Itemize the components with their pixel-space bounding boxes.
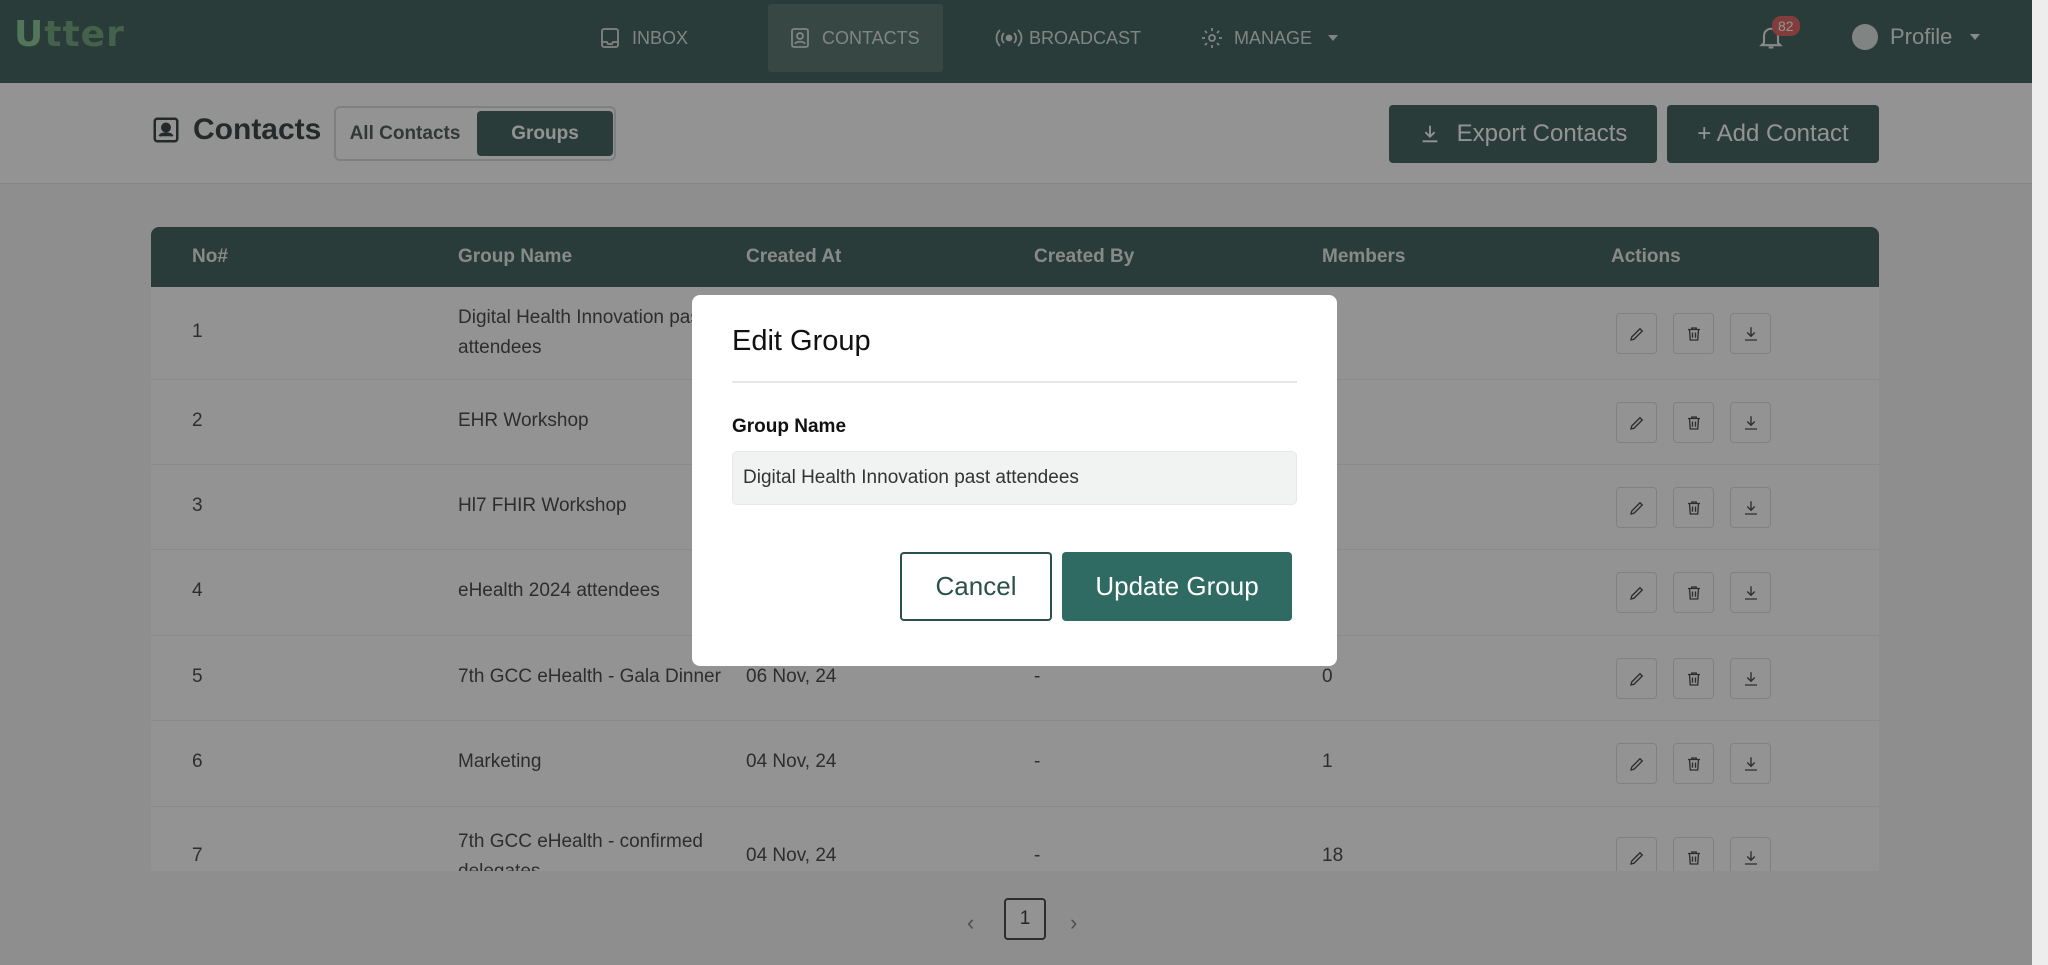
divider <box>732 381 1297 383</box>
dialog-title: Edit Group <box>732 325 871 357</box>
edit-group-dialog: Edit Group Group Name Cancel Update Grou… <box>692 295 1337 666</box>
group-name-label: Group Name <box>732 416 847 437</box>
group-name-input[interactable] <box>732 451 1297 505</box>
scrollbar[interactable] <box>2032 0 2048 965</box>
update-group-button[interactable]: Update Group <box>1062 552 1292 621</box>
cancel-button[interactable]: Cancel <box>900 552 1052 621</box>
